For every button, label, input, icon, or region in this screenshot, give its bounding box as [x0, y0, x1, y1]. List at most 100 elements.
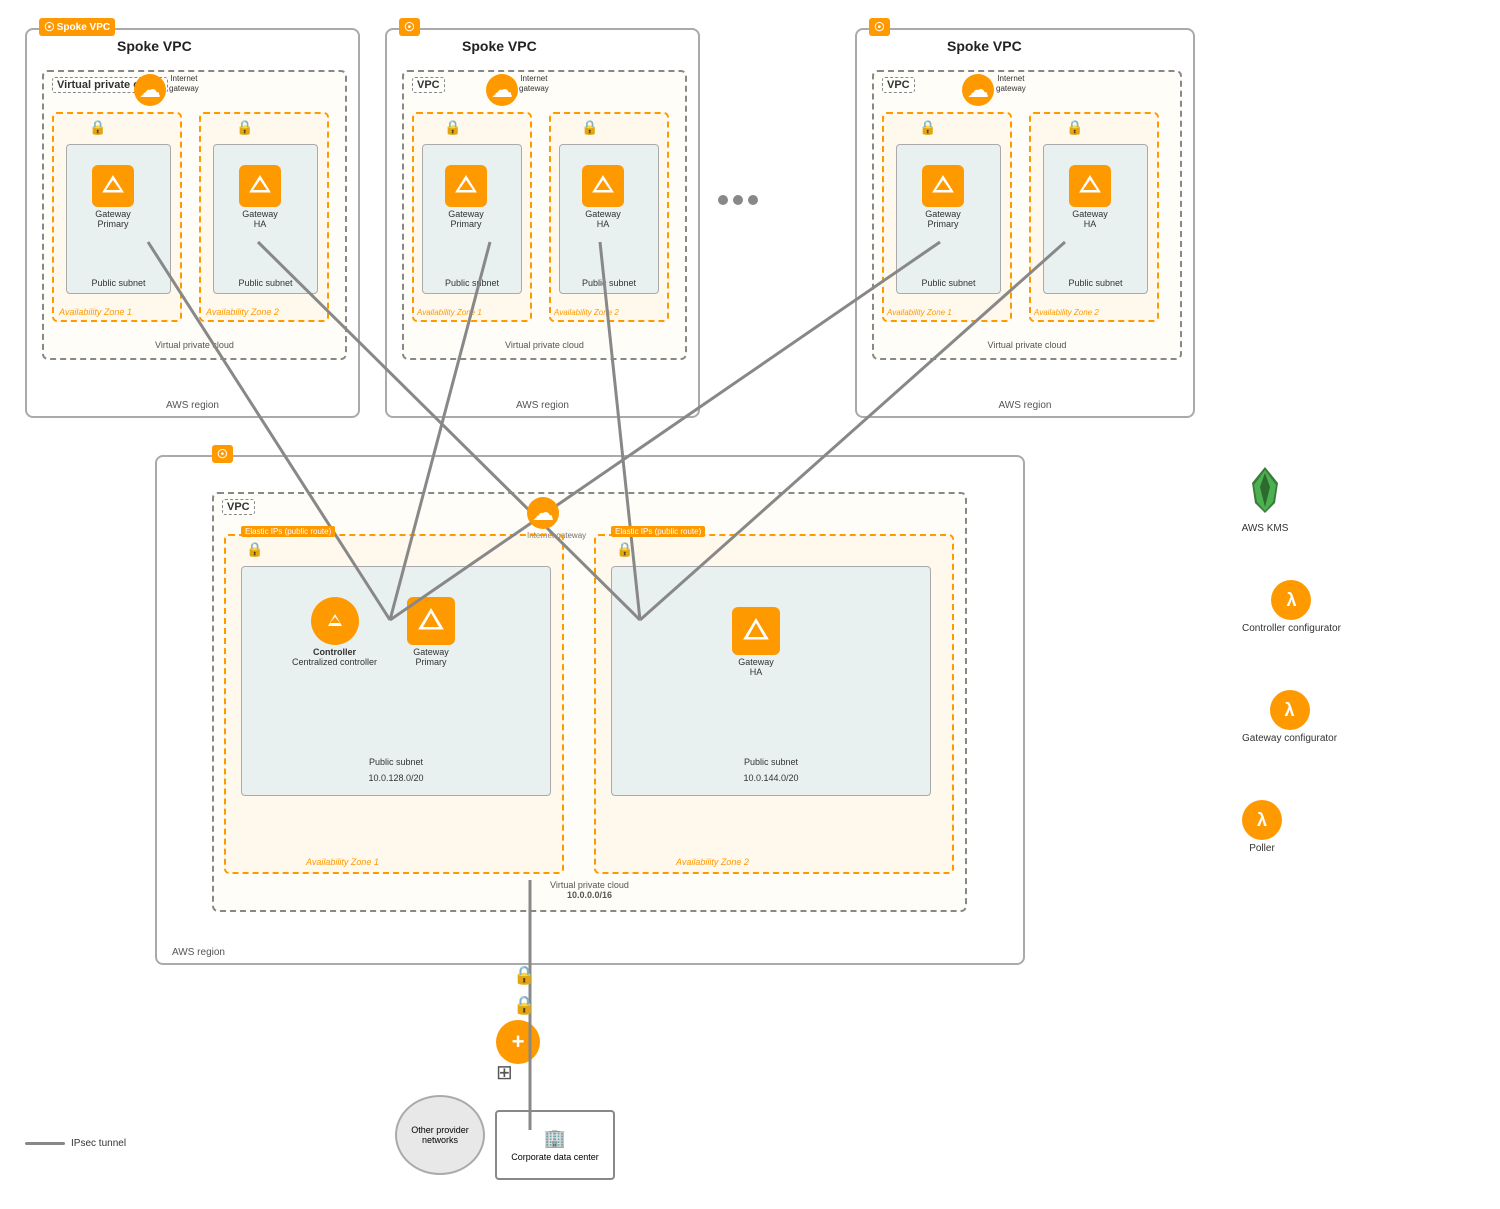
spoke1-gateway-ha: Gateway HA [239, 165, 281, 229]
spoke1-vpc-box: Virtual private cloud ☁ Internetgateway … [42, 70, 347, 360]
spoke2-az1-subnet-text: Public subnet [423, 278, 521, 288]
spoke-vpc-1-region: ☉ Spoke VPC Spoke VPC Virtual private cl… [25, 28, 360, 418]
spoke1-az2: 🔒 Gateway [199, 112, 329, 322]
legend-controller-config-label: Controller configurator [1242, 623, 1341, 634]
legend-gateway-config-label: Gateway configurator [1242, 733, 1337, 744]
spoke1-gateway-primary-icon [92, 165, 134, 207]
spoke1-vpc-cloud-text: Virtual private cloud [44, 340, 345, 350]
spoke2-gateway-ha-label: Gateway HA [585, 209, 621, 229]
spoke2-inet-gw: Internetgateway [519, 74, 549, 93]
hub-gateway-ha-icon [732, 607, 780, 655]
legend-poller: λ Poller [1242, 800, 1282, 854]
spoke1-az2-label: Availability Zone 2 [206, 307, 279, 317]
spoke3-gateway-primary: Gateway Primary [922, 165, 964, 229]
hub-az1-subnet-cidr: 10.0.128.0/20 [242, 773, 550, 783]
spoke2-az2-lock: 🔒 [581, 119, 598, 136]
aws-badge-spoke2: ☉ [399, 18, 420, 36]
vpn-gateway-bottom: + [496, 1020, 540, 1064]
spoke3-vpc-cloud-text: Virtual private cloud [874, 340, 1180, 350]
hub-controller-icon [311, 597, 359, 645]
legend-aws-kms: AWS KMS [1240, 465, 1290, 534]
spoke3-region-label: AWS region [857, 400, 1193, 411]
spoke2-az2-label: Availability Zone 2 [554, 308, 619, 317]
hub-vpc-cloud-label: Virtual private cloud [214, 880, 965, 890]
spoke-vpc-3-region: ☉ Spoke VPC VPC ☁ Internetgateway 🔒 [855, 28, 1195, 418]
spoke3-az2-lock: 🔒 [1066, 119, 1083, 136]
spoke1-region-label: AWS region [27, 400, 358, 411]
spoke2-az2-subnet: Gateway HA Public subnet [559, 144, 659, 294]
spoke1-gateway-primary: Gateway Primary [92, 165, 134, 229]
spoke3-gateway-ha-label: Gateway HA [1072, 209, 1108, 229]
hub-az1-label: Availability Zone 1 [306, 857, 379, 867]
spoke2-gateway-primary: Gateway Primary [445, 165, 487, 229]
spoke3-az1-subnet-text: Public subnet [897, 278, 1000, 288]
hub-az2-label: Availability Zone 2 [676, 857, 749, 867]
ipsec-line-icon [25, 1142, 65, 1145]
spoke1-cloud-icon: ☁ [134, 74, 166, 106]
spoke3-gateway-ha: Gateway HA [1069, 165, 1111, 229]
spoke3-az1: 🔒 Gateway Primary [882, 112, 1012, 322]
spoke1-inet-gw: Internetgateway [169, 74, 199, 93]
spoke2-az2: 🔒 Gateway HA [549, 112, 669, 322]
spoke3-vpc-box: VPC ☁ Internetgateway 🔒 Gateway [872, 70, 1182, 360]
spoke1-az1-subnet-text: Public subnet [67, 278, 170, 288]
hub-vpc-box: VPC Elastic IPs (public route) 🔒 [212, 492, 967, 912]
hub-az1-subnet: Controller Centralized controller [241, 566, 551, 796]
spoke-vpc-2-title: Spoke VPC [462, 38, 537, 54]
spoke2-az1-label: Availability Zone 1 [417, 308, 482, 317]
hub-region-box: ☉ ☁ Internet gateway VPC Elastic IPs (pu… [155, 455, 1025, 965]
spoke2-gateway-ha-icon [582, 165, 624, 207]
spoke1-az1: 🔒 Gateway [52, 112, 182, 322]
other-provider-networks: Other provider networks [395, 1095, 485, 1175]
spoke3-az2-subnet: Gateway HA Public subnet [1043, 144, 1148, 294]
hub-vpc-cidr: 10.0.0.0/16 [214, 890, 965, 900]
hub-vpn-lock2: 🔒 [513, 995, 535, 1016]
spoke3-gateway-primary-icon [922, 165, 964, 207]
legend-controller-config: λ Controller configurator [1242, 580, 1341, 634]
spoke3-az1-label: Availability Zone 1 [887, 308, 952, 317]
spoke2-az1: 🔒 Gateway Primary [412, 112, 532, 322]
spoke3-az2-label: Availability Zone 2 [1034, 308, 1099, 317]
legend-gateway-config: λ Gateway configurator [1242, 690, 1337, 744]
hub-az1: Elastic IPs (public route) 🔒 [224, 534, 564, 874]
spoke2-gateway-ha: Gateway HA [582, 165, 624, 229]
hub-vpc-label: VPC [222, 499, 255, 515]
hub-controller: Controller Centralized controller [292, 597, 377, 667]
hub-az2-subnet-cidr: 10.0.144.0/20 [612, 773, 930, 783]
hub-gateway-primary: Gateway Primary [407, 597, 455, 667]
spoke1-az1-lock: 🔒 [89, 119, 106, 136]
aws-badge-spoke1: ☉ Spoke VPC [39, 18, 115, 36]
spoke1-az2-lock: 🔒 [236, 119, 253, 136]
hub-gateway-ha: Gateway HA [732, 607, 780, 677]
ipsec-legend-label: IPsec tunnel [71, 1138, 126, 1149]
hub-az2-subnet-label: Public subnet [612, 757, 930, 767]
legend-poller-label: Poller [1249, 843, 1275, 854]
spoke3-cloud-icon: ☁ [962, 74, 994, 106]
corp-dc-icon: 🏢 [544, 1128, 566, 1149]
spoke1-gateway-ha-label: Gateway HA [242, 209, 278, 229]
other-networks-label: Other provider networks [405, 1125, 475, 1145]
hub-gateway-primary-label: Gateway Primary [413, 647, 449, 667]
corp-dc-label: Corporate data center [511, 1152, 599, 1162]
hub-gateway-ha-label: Gateway HA [738, 657, 774, 677]
hub-vpn-lock1: 🔒 [513, 965, 535, 986]
spoke2-az1-subnet: Gateway Primary Public subnet [422, 144, 522, 294]
ellipsis-dots [718, 195, 758, 205]
spoke3-vpc-label: VPC [882, 77, 915, 93]
legend-aws-kms-label: AWS KMS [1242, 523, 1289, 534]
legend-controller-config-icon: λ [1271, 580, 1311, 620]
hub-region-label: AWS region [172, 947, 225, 958]
spoke3-az2-subnet-text: Public subnet [1044, 278, 1147, 288]
spoke3-inet-gw: Internetgateway [996, 74, 1026, 93]
spoke1-az2-subnet-text: Public subnet [214, 278, 317, 288]
spoke-vpc-2-region: ☉ Spoke VPC VPC ☁ Internetgateway 🔒 [385, 28, 700, 418]
hub-az2-subnet: Gateway HA Public subnet 10.0.144.0/20 [611, 566, 931, 796]
spoke2-gateway-primary-label: Gateway Primary [448, 209, 484, 229]
spoke3-gateway-primary-label: Gateway Primary [925, 209, 961, 229]
hub-az2-lock: 🔒 [616, 541, 633, 558]
spoke2-vpc-cloud-text: Virtual private cloud [404, 340, 685, 350]
spoke1-gateway-ha-icon [239, 165, 281, 207]
spoke2-region-label: AWS region [387, 400, 698, 411]
hub-az2-elastic-tag: Elastic IPs (public route) [611, 526, 705, 537]
hub-controller-label: Controller Centralized controller [292, 647, 377, 667]
